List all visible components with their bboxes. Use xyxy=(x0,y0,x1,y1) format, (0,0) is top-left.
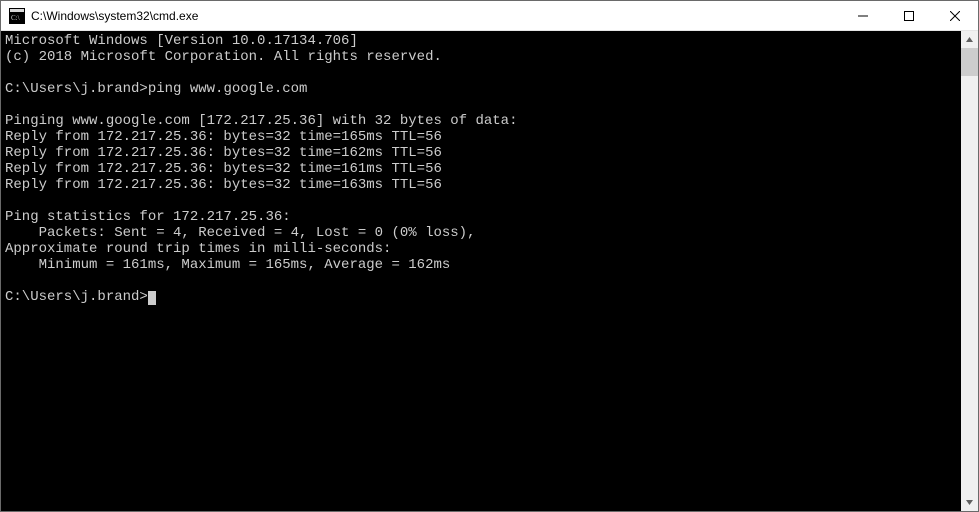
scroll-down-button[interactable] xyxy=(961,494,978,511)
ping-header: Pinging www.google.com [172.217.25.36] w… xyxy=(5,113,517,129)
window-controls xyxy=(840,1,978,30)
copyright: (c) 2018 Microsoft Corporation. All righ… xyxy=(5,49,442,65)
cmd-window: C:\ C:\Windows\system32\cmd.exe Microsof… xyxy=(0,0,979,512)
rtt-values: Minimum = 161ms, Maximum = 165ms, Averag… xyxy=(5,257,450,273)
command: ping www.google.com xyxy=(148,81,308,97)
os-header: Microsoft Windows [Version 10.0.17134.70… xyxy=(5,33,358,49)
vertical-scrollbar[interactable] xyxy=(961,31,978,511)
text-cursor xyxy=(148,291,156,305)
ping-reply: Reply from 172.217.25.36: bytes=32 time=… xyxy=(5,129,442,145)
ping-stats-header: Ping statistics for 172.217.25.36: xyxy=(5,209,291,225)
scroll-up-button[interactable] xyxy=(961,31,978,48)
window-title: C:\Windows\system32\cmd.exe xyxy=(31,9,840,23)
cmd-icon: C:\ xyxy=(9,8,25,24)
maximize-button[interactable] xyxy=(886,1,932,30)
scroll-track[interactable] xyxy=(961,48,978,494)
prompt: C:\Users\j.brand> xyxy=(5,289,148,305)
ping-reply: Reply from 172.217.25.36: bytes=32 time=… xyxy=(5,145,442,161)
scroll-thumb[interactable] xyxy=(961,48,978,76)
titlebar[interactable]: C:\ C:\Windows\system32\cmd.exe xyxy=(1,1,978,31)
prompt: C:\Users\j.brand> xyxy=(5,81,148,97)
svg-text:C:\: C:\ xyxy=(11,14,20,22)
ping-reply: Reply from 172.217.25.36: bytes=32 time=… xyxy=(5,161,442,177)
ping-reply: Reply from 172.217.25.36: bytes=32 time=… xyxy=(5,177,442,193)
terminal-output[interactable]: Microsoft Windows [Version 10.0.17134.70… xyxy=(1,31,961,511)
rtt-header: Approximate round trip times in milli-se… xyxy=(5,241,391,257)
close-button[interactable] xyxy=(932,1,978,30)
client-area: Microsoft Windows [Version 10.0.17134.70… xyxy=(1,31,978,511)
minimize-button[interactable] xyxy=(840,1,886,30)
ping-stats-packets: Packets: Sent = 4, Received = 4, Lost = … xyxy=(5,225,475,241)
